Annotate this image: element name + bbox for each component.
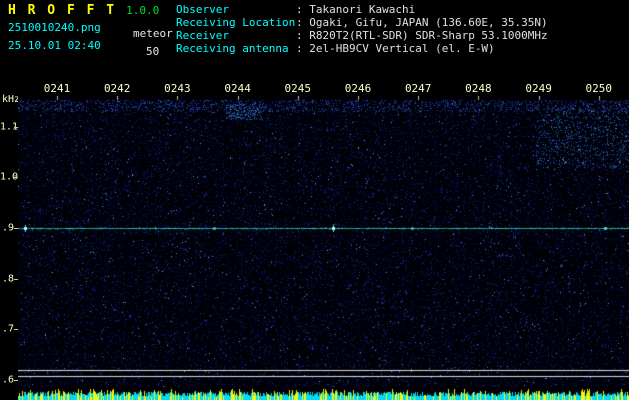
- info-colon: :: [296, 42, 310, 55]
- y-axis-tick-label: 1.1: [0, 121, 19, 133]
- app-name: H R O F F T: [8, 3, 117, 18]
- y-axis-tick-mark: [14, 127, 18, 128]
- station-info-row: Receiving antenna: 2el-HB9CV Vertical (e…: [176, 42, 548, 55]
- x-axis-tick-label: 0243: [164, 82, 191, 95]
- y-axis-tick-mark: [14, 228, 18, 229]
- x-axis-tick-label: 0241: [43, 82, 71, 95]
- info-value: R820T2(RTL-SDR) SDR-Sharp 53.1000MHz: [309, 29, 548, 42]
- info-value: Takanori Kawachi: [309, 3, 416, 16]
- x-axis-tick-label: 0242: [103, 82, 131, 95]
- y-axis-tick-label: .6: [1, 374, 14, 386]
- observation-mode: meteor: [133, 27, 173, 40]
- station-info-row: Observer: Takanori Kawachi: [176, 3, 548, 16]
- x-axis-tick-label: 0249: [525, 82, 552, 95]
- info-label: Receiving Location: [176, 16, 296, 29]
- info-label: Receiving antenna: [176, 42, 289, 55]
- info-label: Receiver: [176, 29, 229, 42]
- info-label: Observer: [176, 3, 229, 16]
- y-axis-tick-label: .8: [1, 273, 14, 285]
- x-axis-tick-label: 0245: [284, 82, 312, 95]
- y-axis-tick-mark: [14, 177, 18, 178]
- info-value: 2el-HB9CV Vertical (el. E-W): [309, 42, 495, 55]
- app-version: 1.0.0: [126, 4, 160, 17]
- x-axis-tick-label: 0246: [344, 82, 372, 95]
- station-info-row: Receiving Location: Ogaki, Gifu, JAPAN (…: [176, 16, 548, 29]
- y-axis-tick-mark: [14, 329, 18, 330]
- hrofft-output: H R O F F T 1.0.0 2510010240.png meteor 2…: [0, 0, 629, 400]
- app-title: H R O F F T 1.0.0: [8, 3, 159, 18]
- info-value: Ogaki, Gifu, JAPAN (136.60E, 35.35N): [309, 16, 548, 29]
- info-colon: :: [296, 29, 310, 42]
- y-axis-tick-mark: [14, 279, 18, 280]
- y-axis-tick-label: .7: [1, 323, 14, 335]
- noise-parameter: 50: [146, 45, 160, 58]
- x-axis-tick-label: 0244: [224, 82, 251, 95]
- x-axis-tick-label: 0248: [465, 82, 492, 95]
- y-axis-tick-label: .9: [1, 222, 14, 234]
- y-axis-tick-mark: [14, 380, 18, 381]
- info-colon: :: [296, 3, 310, 16]
- y-axis-tick-label: 1.0: [0, 171, 19, 183]
- station-info-row: Receiver: R820T2(RTL-SDR) SDR-Sharp 53.1…: [176, 29, 548, 42]
- spectrogram-canvas: [18, 96, 629, 400]
- info-colon: :: [296, 16, 310, 29]
- observation-datetime: 25.10.01 02:40: [8, 39, 101, 52]
- x-axis-tick-label: 0250: [585, 82, 613, 95]
- station-info: Observer: Takanori Kawachi Receiving Loca…: [176, 3, 548, 55]
- x-axis-tick-label: 0247: [404, 82, 432, 95]
- output-filename: 2510010240.png: [8, 21, 101, 34]
